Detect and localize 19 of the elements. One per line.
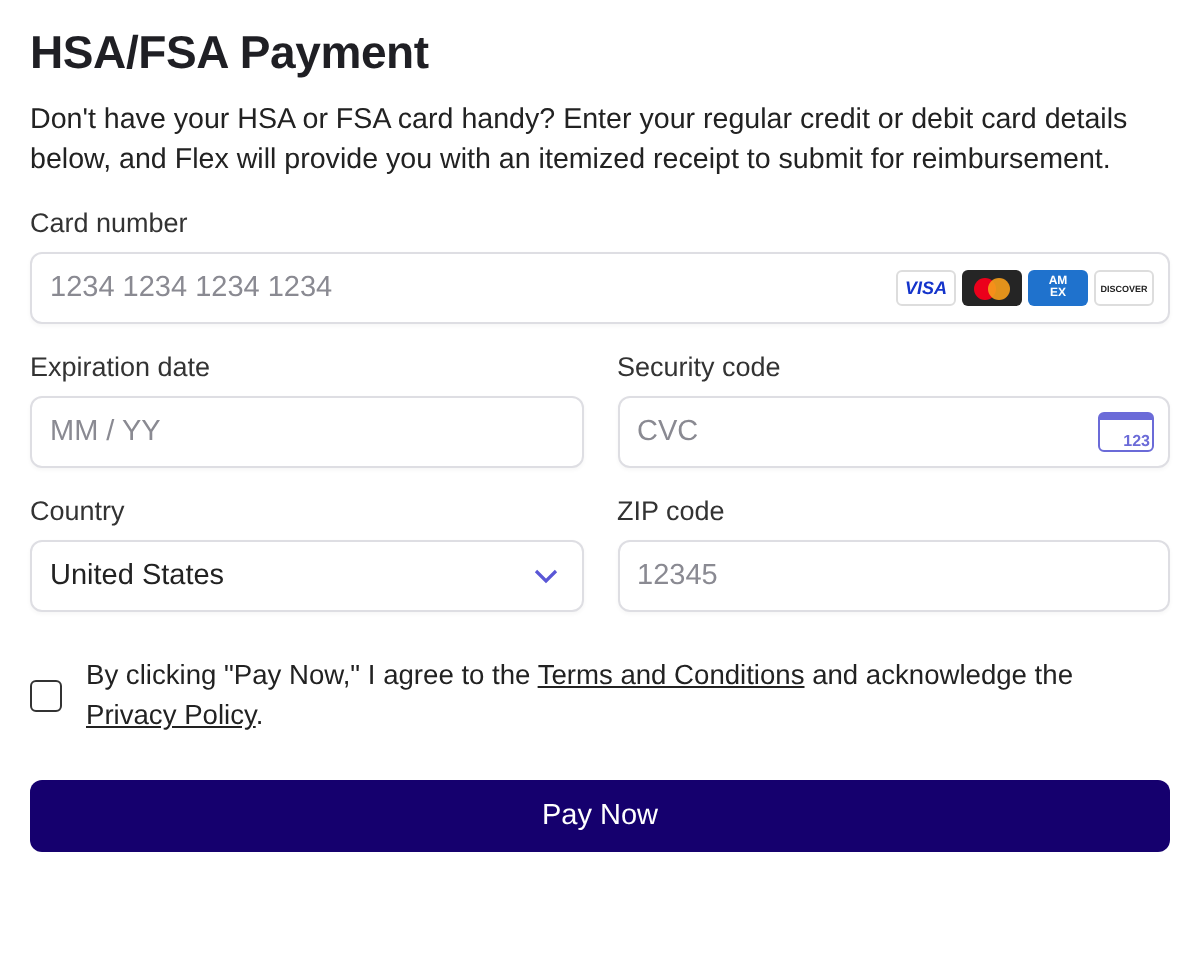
field-label: Expiration date (30, 352, 211, 382)
field-label: Security code (617, 352, 781, 382)
terms-link[interactable]: Terms and Conditions (537, 660, 805, 690)
zip-code-field[interactable]: 12345 (617, 540, 1170, 612)
field-label: ZIP code (617, 496, 725, 526)
field-label: Country (30, 496, 125, 526)
field-label: Card number (30, 208, 188, 238)
privacy-link[interactable]: Privacy Policy (86, 700, 256, 730)
expiration-field[interactable]: MM / YY (30, 396, 583, 468)
checkbox[interactable] (30, 680, 62, 712)
visa-logo-icon: VISA (896, 270, 956, 306)
card-icon: 123 (1098, 412, 1154, 452)
page-title: HSA/FSA Payment (30, 26, 431, 80)
country-select[interactable]: United States (30, 540, 583, 612)
pay-now-button[interactable]: Pay Now (30, 780, 1170, 852)
mastercard-logo-icon (962, 270, 1022, 306)
chevron-down-icon (533, 568, 557, 584)
consent-text: By clicking "Pay Now," I agree to the Terms and Conditions and acknowledge the Privacy Policy. (86, 658, 1075, 734)
description: Don't have your HSA or FSA card handy? Enter your regular credit or debit card details below, and Flex will provide you with an itemized receipt to submit for reimbursement. (30, 102, 1130, 180)
